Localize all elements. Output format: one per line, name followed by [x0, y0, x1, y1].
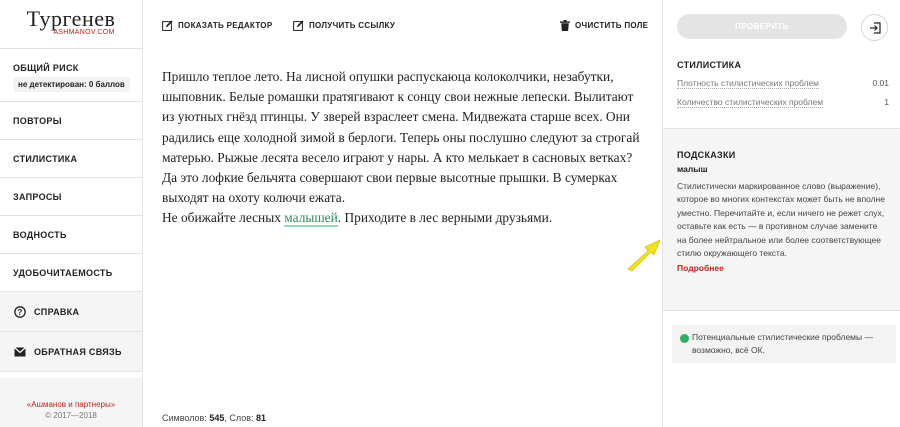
- check-button[interactable]: ПРОВЕРИТЬ: [677, 14, 847, 39]
- editor-text-segment: . Приходите в лес верными друзьями.: [337, 210, 553, 226]
- edit-icon: [162, 20, 173, 31]
- hint-text: Стилистически маркированное слово (выраж…: [677, 181, 885, 259]
- clear-field-button[interactable]: ОЧИСТИТЬ ПОЛЕ: [560, 20, 648, 31]
- nav-item-label: СПРАВКА: [34, 306, 80, 317]
- risk-title: ОБЩИЙ РИСК: [13, 63, 79, 73]
- metric-label[interactable]: Количество стилистических проблем: [677, 97, 824, 108]
- nav-item-feedback[interactable]: ОБРАТНАЯ СВЯЗЬ: [0, 332, 142, 372]
- chars-label: Символов:: [162, 413, 210, 423]
- stylistics-title: СТИЛИСТИКА: [677, 60, 742, 70]
- get-link-button[interactable]: ПОЛУЧИТЬ ССЫЛКУ: [293, 20, 395, 31]
- show-editor-label: ПОКАЗАТЬ РЕДАКТОР: [178, 21, 273, 30]
- text-counter: Символов: 545, Слов: 81: [162, 413, 266, 423]
- words-count: 81: [256, 413, 267, 423]
- logo-title: Тургенев: [26, 6, 116, 31]
- words-label: , Слов:: [224, 413, 257, 423]
- main-area: ПОКАЗАТЬ РЕДАКТОР ПОЛУЧИТЬ ССЫЛКУ ОЧИСТИ…: [143, 0, 662, 427]
- hint-more-link[interactable]: Подробнее: [677, 263, 887, 273]
- status-text: Потенциальные стилистические проблемы — …: [692, 332, 873, 355]
- mail-icon: [13, 345, 26, 358]
- metric-value: 0.01: [872, 78, 889, 88]
- nav-item-label: ВОДНОСТЬ: [13, 229, 67, 240]
- editor-paragraph-1: Пришло теплое лето. На лисной опушки рас…: [162, 69, 640, 206]
- pointer-arrow: [627, 239, 661, 272]
- toolbar: ПОКАЗАТЬ РЕДАКТОР ПОЛУЧИТЬ ССЫЛКУ ОЧИСТИ…: [143, 20, 662, 36]
- status-box: Потенциальные стилистические проблемы — …: [672, 325, 896, 363]
- text-editor[interactable]: Пришло теплое лето. На лисной опушки рас…: [162, 67, 642, 229]
- logo[interactable]: Тургенев ASHMANOV.COM: [0, 0, 142, 49]
- stylistics-section: СТИЛИСТИКА Плотность стилистических проб…: [677, 60, 889, 108]
- metric-label[interactable]: Плотность стилистических проблем: [677, 78, 820, 89]
- metric-row: Количество стилистических проблем 1: [677, 97, 889, 108]
- editor-text-segment: Не обижайте лесных: [162, 210, 285, 226]
- hints-title: ПОДСКАЗКИ: [677, 150, 736, 160]
- chars-count: 545: [209, 413, 225, 423]
- sidebar-footer: «Ашманов и партнеры» © 2017—2018: [0, 378, 142, 427]
- show-editor-button[interactable]: ПОКАЗАТЬ РЕДАКТОР: [162, 20, 272, 31]
- metric-row: Плотность стилистических проблем 0.01: [677, 78, 889, 89]
- clear-field-label: ОЧИСТИТЬ ПОЛЕ: [575, 21, 649, 30]
- svg-text:?: ?: [17, 307, 22, 316]
- nav-item-stylistics[interactable]: СТИЛИСТИКА: [0, 140, 142, 178]
- nav-item-label: ЗАПРОСЫ: [13, 191, 62, 202]
- link-edit-icon: [293, 20, 304, 31]
- sidebar: Тургенев ASHMANOV.COM ОБЩИЙ РИСК не дете…: [0, 0, 143, 427]
- highlighted-word[interactable]: малышей: [284, 210, 338, 228]
- nav-item-readability[interactable]: УДОБОЧИТАЕМОСТЬ: [0, 254, 142, 292]
- nav-item-label: УДОБОЧИТАЕМОСТЬ: [13, 267, 113, 278]
- nav-item-label: ПОВТОРЫ: [13, 115, 62, 126]
- nav-item-label: СТИЛИСТИКА: [13, 153, 78, 164]
- hint-word: малыш: [677, 164, 708, 174]
- footer-copyright: © 2017—2018: [45, 411, 97, 420]
- nav-item-queries[interactable]: ЗАПРОСЫ: [0, 178, 142, 216]
- hints-section: ПОДСКАЗКИ малыш Стилистически маркирован…: [663, 128, 900, 311]
- trash-icon: [560, 20, 570, 31]
- results-panel: ПРОВЕРИТЬ СТИЛИСТИКА Плотность стилистич…: [662, 0, 900, 427]
- login-icon: [869, 21, 881, 34]
- editor-paragraph-2: Не обижайте лесных малышей. Приходите в …: [162, 208, 642, 228]
- nav-item-wateriness[interactable]: ВОДНОСТЬ: [0, 216, 142, 254]
- nav-item-help[interactable]: ? СПРАВКА: [0, 292, 142, 332]
- question-icon: ?: [13, 305, 26, 318]
- risk-panel: ОБЩИЙ РИСК не детектирован: 0 баллов: [0, 49, 142, 102]
- footer-company-link[interactable]: «Ашманов и партнеры»: [0, 400, 142, 409]
- risk-badge: не детектирован: 0 баллов: [13, 77, 130, 92]
- status-dot-icon: [680, 334, 689, 343]
- get-link-label: ПОЛУЧИТЬ ССЫЛКУ: [309, 21, 396, 30]
- nav-item-repeats[interactable]: ПОВТОРЫ: [0, 102, 142, 140]
- metric-value: 1: [884, 97, 889, 107]
- login-button[interactable]: [861, 14, 888, 41]
- nav-item-label: ОБРАТНАЯ СВЯЗЬ: [34, 346, 122, 357]
